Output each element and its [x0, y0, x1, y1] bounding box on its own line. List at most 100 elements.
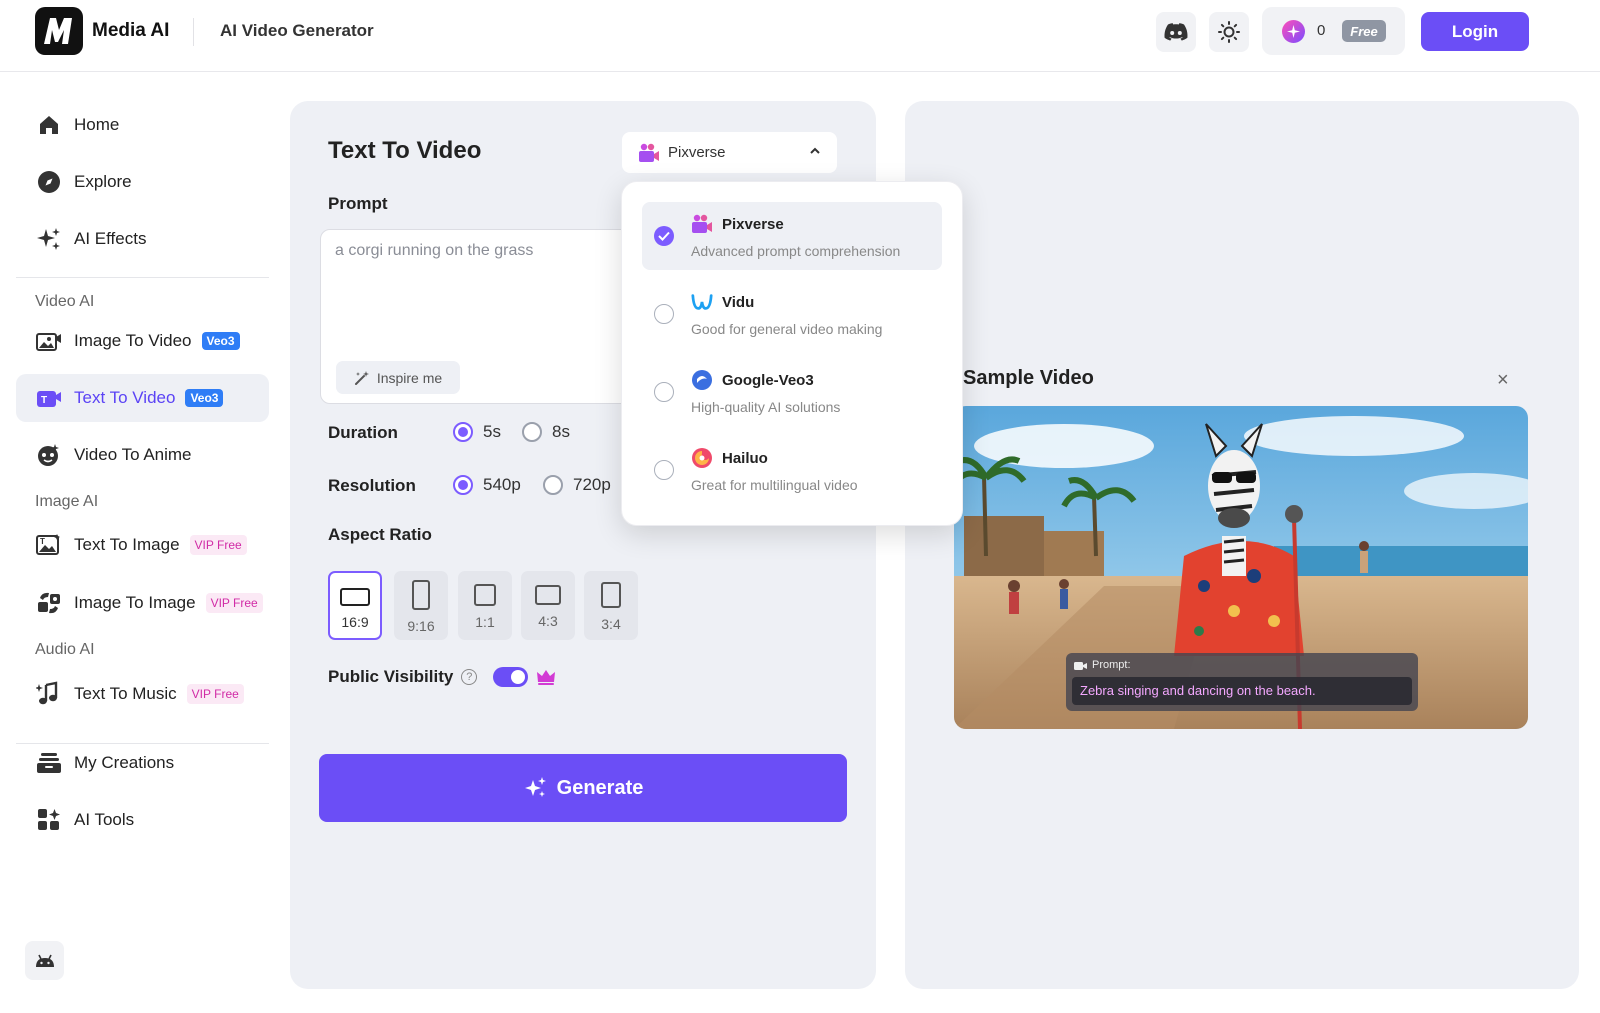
sidebar-item-label: Image To Image [74, 593, 196, 612]
radio-selected[interactable] [453, 422, 473, 442]
sidebar-divider [16, 277, 269, 278]
sidebar-item-explore[interactable]: Explore [16, 158, 269, 206]
music-note-icon [36, 681, 62, 707]
inspire-me-button[interactable]: Inspire me [336, 361, 460, 394]
duration-option-label: 5s [483, 422, 501, 441]
sample-video-title: Sample Video [963, 367, 1094, 389]
radio-unselected[interactable] [654, 382, 674, 402]
aspect-option-1-1[interactable]: 1:1 [458, 571, 512, 640]
aspect-option-label: 4:3 [538, 613, 558, 629]
aspect-option-label: 16:9 [341, 614, 369, 630]
sidebar-item-ai-tools[interactable]: AI Tools [16, 796, 269, 844]
resolution-option-540p[interactable]: 540p [453, 475, 521, 495]
model-option-google-veo3[interactable]: Google-Veo3 High-quality AI solutions [642, 358, 942, 426]
sidebar-item-home[interactable]: Home [16, 101, 269, 149]
close-icon[interactable]: × [1497, 369, 1509, 392]
video-prompt-icon [1074, 661, 1087, 670]
duration-option-8s[interactable]: 8s [522, 422, 570, 442]
aspect-option-9-16[interactable]: 9:16 [394, 571, 448, 640]
model-option-name: Google-Veo3 [722, 372, 814, 389]
sidebar-item-label: Text To Video [74, 388, 176, 407]
anime-face-icon [36, 442, 62, 468]
discord-icon [1164, 23, 1188, 41]
model-select-value: Pixverse [668, 144, 726, 161]
public-visibility-toggle[interactable] [493, 667, 529, 687]
aspect-option-3-4[interactable]: 3:4 [584, 571, 638, 640]
square-shape-icon [474, 584, 496, 606]
sample-video-panel: Sample Video × Prompt: Zebra singing and… [905, 101, 1579, 989]
crown-icon [537, 670, 556, 685]
sample-video-thumbnail[interactable]: Prompt: Zebra singing and dancing on the… [954, 406, 1528, 729]
resolution-option-720p[interactable]: 720p [543, 475, 611, 495]
sample-prompt-text: Zebra singing and dancing on the beach. [1072, 677, 1412, 705]
sidebar-item-label: Explore [74, 172, 132, 191]
android-app-button[interactable] [25, 941, 64, 980]
help-circle-icon[interactable]: ? [461, 669, 478, 685]
sample-prompt-heading-label: Prompt: [1092, 659, 1131, 671]
sidebar-item-video-to-anime[interactable]: Video To Anime [16, 431, 269, 479]
aspect-option-label: 1:1 [475, 614, 495, 630]
resolution-option-label: 720p [573, 475, 611, 494]
sidebar-item-my-creations[interactable]: My Creations [16, 739, 269, 787]
model-option-pixverse[interactable]: Pixverse Advanced prompt comprehension [642, 202, 942, 270]
radio-unselected[interactable] [654, 304, 674, 324]
credits-widget[interactable]: 0 Free [1262, 7, 1405, 55]
aspect-option-label: 3:4 [601, 616, 621, 632]
resolution-option-label: 540p [483, 475, 521, 494]
model-option-desc: Advanced prompt comprehension [691, 243, 901, 259]
radio-selected[interactable] [453, 475, 473, 495]
radio-unselected[interactable] [654, 460, 674, 480]
sidebar-item-image-to-image[interactable]: Image To Image VIP Free [16, 579, 269, 627]
sidebar-item-text-to-image[interactable]: T Text To Image VIP Free [16, 521, 269, 569]
duration-option-5s[interactable]: 5s [453, 422, 501, 442]
sun-icon [1218, 21, 1240, 43]
aspect-option-4-3[interactable]: 4:3 [521, 571, 575, 640]
sample-prompt-card: Prompt: Zebra singing and dancing on the… [1066, 653, 1418, 711]
model-option-hailuo[interactable]: Hailuo Great for multilingual video [642, 436, 942, 504]
generate-button[interactable]: Generate [319, 754, 847, 822]
radio-unselected[interactable] [543, 475, 563, 495]
section-label-audio-ai: Audio AI [35, 641, 95, 658]
prompt-label: Prompt [328, 194, 388, 213]
check-circle-icon[interactable] [654, 226, 674, 246]
svg-text:T: T [40, 537, 45, 546]
portrait-shape-icon [601, 582, 621, 608]
page-title: AI Video Generator [220, 21, 374, 40]
model-option-vidu[interactable]: Vidu Good for general video making [642, 280, 942, 348]
free-badge: Free [1342, 20, 1386, 42]
model-select[interactable]: Pixverse [622, 132, 837, 173]
discord-button[interactable] [1156, 12, 1196, 52]
credit-count: 0 [1317, 22, 1326, 39]
aspect-option-16-9[interactable]: 16:9 [328, 571, 382, 640]
magic-wand-icon [354, 370, 369, 385]
sidebar-item-image-to-video[interactable]: Image To Video Veo3 [16, 317, 269, 365]
aspect-ratio-label: Aspect Ratio [328, 525, 432, 544]
stack-icon [36, 750, 62, 776]
radio-unselected[interactable] [522, 422, 542, 442]
section-label-video-ai: Video AI [35, 293, 95, 310]
theme-toggle-button[interactable] [1209, 12, 1249, 52]
sidebar-item-ai-effects[interactable]: AI Effects [16, 215, 269, 263]
sidebar-item-label: AI Effects [74, 229, 147, 248]
media-ai-logo[interactable] [35, 7, 83, 55]
hailuo-logo-icon [691, 447, 713, 469]
veo3-tag: Veo3 [185, 389, 224, 407]
chevron-up-icon [810, 147, 820, 154]
sidebar-item-label: My Creations [74, 753, 175, 772]
panel-title: Text To Video [328, 137, 482, 164]
pixverse-logo-icon [691, 213, 713, 235]
landscape-shape-icon [535, 585, 561, 605]
vidu-logo-icon [691, 291, 713, 313]
sidebar-item-text-to-music[interactable]: Text To Music VIP Free [16, 670, 269, 718]
compass-icon [36, 169, 62, 195]
veo3-tag: Veo3 [201, 332, 240, 350]
aspect-option-label: 9:16 [407, 618, 435, 634]
pixverse-logo-icon [639, 143, 659, 162]
login-button[interactable]: Login [1421, 12, 1529, 51]
google-veo3-logo-icon [691, 369, 713, 391]
inspire-me-label: Inspire me [376, 369, 443, 386]
text-image-icon: T [36, 532, 62, 558]
image-image-icon [36, 590, 62, 616]
sidebar-item-text-to-video[interactable]: T Text To Video Veo3 [16, 374, 269, 422]
landscape-shape-icon [340, 588, 370, 606]
